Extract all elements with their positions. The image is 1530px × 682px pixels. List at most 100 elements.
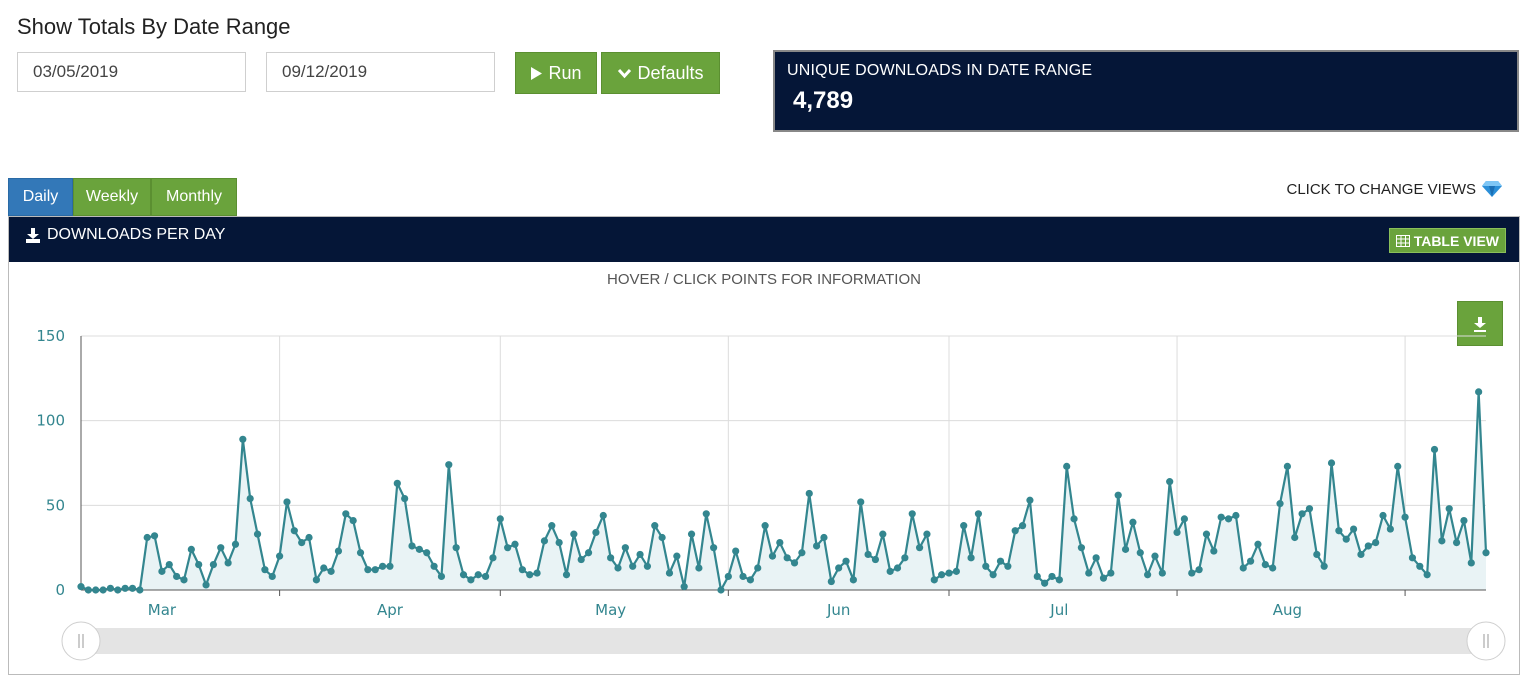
data-point bbox=[798, 549, 806, 557]
data-point bbox=[496, 515, 504, 523]
data-point bbox=[908, 510, 916, 518]
data-point bbox=[1269, 564, 1277, 572]
data-point bbox=[334, 547, 343, 555]
data-point bbox=[298, 538, 306, 547]
data-point bbox=[930, 576, 938, 584]
data-point bbox=[1349, 525, 1358, 533]
data-point bbox=[636, 550, 644, 559]
data-point bbox=[1438, 537, 1446, 545]
data-point bbox=[1313, 550, 1321, 559]
data-point bbox=[320, 564, 328, 572]
data-point bbox=[982, 562, 990, 570]
data-point bbox=[165, 561, 173, 569]
data-point bbox=[761, 522, 769, 530]
data-point bbox=[128, 584, 137, 592]
data-point bbox=[555, 538, 563, 547]
data-point bbox=[1114, 491, 1122, 499]
data-point bbox=[776, 538, 784, 547]
data-point bbox=[695, 564, 703, 572]
data-point bbox=[1335, 527, 1343, 535]
data-point bbox=[540, 537, 549, 545]
data-point bbox=[246, 494, 254, 503]
slider-handle-knob bbox=[1466, 621, 1506, 661]
data-point bbox=[106, 584, 115, 592]
data-point bbox=[1055, 576, 1063, 584]
data-point bbox=[1224, 515, 1233, 523]
data-point bbox=[1144, 571, 1152, 579]
data-point bbox=[651, 522, 659, 530]
data-point bbox=[459, 571, 468, 579]
data-point bbox=[1239, 564, 1247, 572]
data-point bbox=[518, 566, 526, 574]
data-point bbox=[835, 564, 843, 572]
data-point bbox=[607, 554, 615, 562]
data-point bbox=[643, 562, 652, 570]
data-point bbox=[268, 572, 276, 581]
data-point bbox=[1283, 462, 1291, 470]
data-point bbox=[871, 555, 880, 564]
x-tick-label: May bbox=[595, 601, 626, 619]
data-point bbox=[768, 552, 777, 560]
data-point bbox=[960, 522, 968, 530]
slider-handle-right[interactable] bbox=[1466, 621, 1506, 661]
data-point bbox=[533, 569, 541, 577]
data-point bbox=[253, 530, 262, 538]
data-point bbox=[92, 586, 100, 594]
data-point bbox=[1026, 496, 1034, 504]
data-point bbox=[1342, 535, 1350, 543]
data-point bbox=[1099, 574, 1108, 582]
data-point bbox=[1077, 544, 1086, 552]
data-point bbox=[379, 562, 387, 570]
data-point bbox=[938, 571, 946, 579]
data-point bbox=[783, 554, 791, 562]
data-point bbox=[1033, 572, 1041, 581]
data-point bbox=[967, 554, 975, 562]
data-point bbox=[445, 461, 453, 469]
data-point bbox=[1305, 505, 1314, 513]
data-point bbox=[217, 544, 225, 552]
data-point bbox=[1327, 459, 1336, 467]
data-point bbox=[1048, 572, 1056, 581]
data-point bbox=[702, 510, 710, 518]
slider-handle-left[interactable] bbox=[61, 621, 101, 661]
data-point bbox=[614, 564, 622, 572]
data-point bbox=[805, 489, 813, 498]
data-point bbox=[1423, 571, 1431, 579]
data-point bbox=[481, 572, 490, 581]
data-point bbox=[187, 545, 195, 553]
data-point bbox=[121, 584, 129, 592]
data-point bbox=[136, 586, 144, 594]
data-point bbox=[886, 567, 894, 575]
data-point bbox=[437, 572, 446, 581]
data-point bbox=[1004, 562, 1012, 570]
data-point bbox=[1298, 510, 1306, 518]
data-point bbox=[1041, 579, 1049, 587]
data-point bbox=[974, 510, 983, 518]
data-point bbox=[1320, 562, 1328, 570]
data-point bbox=[1158, 569, 1166, 577]
data-point bbox=[732, 547, 740, 555]
data-point bbox=[1195, 566, 1203, 574]
data-point bbox=[820, 533, 828, 542]
data-point bbox=[386, 562, 394, 570]
data-point bbox=[364, 566, 372, 574]
y-tick-label: 150 bbox=[36, 327, 65, 345]
data-point bbox=[1261, 561, 1269, 569]
data-point bbox=[842, 557, 850, 565]
data-point bbox=[408, 542, 416, 550]
data-point bbox=[1070, 515, 1078, 523]
data-point bbox=[1210, 547, 1218, 555]
data-point bbox=[923, 530, 931, 538]
range-slider bbox=[61, 621, 1506, 661]
data-point bbox=[1018, 522, 1027, 530]
data-point bbox=[680, 583, 688, 591]
data-point bbox=[1445, 505, 1453, 513]
chart-area-layer bbox=[80, 390, 1488, 592]
data-point bbox=[173, 572, 181, 581]
y-tick-label: 100 bbox=[36, 412, 65, 430]
data-point bbox=[1460, 516, 1468, 525]
data-point bbox=[202, 581, 210, 589]
data-point bbox=[1217, 513, 1225, 521]
x-tick-label: Jun bbox=[826, 601, 850, 619]
data-point bbox=[879, 530, 887, 538]
